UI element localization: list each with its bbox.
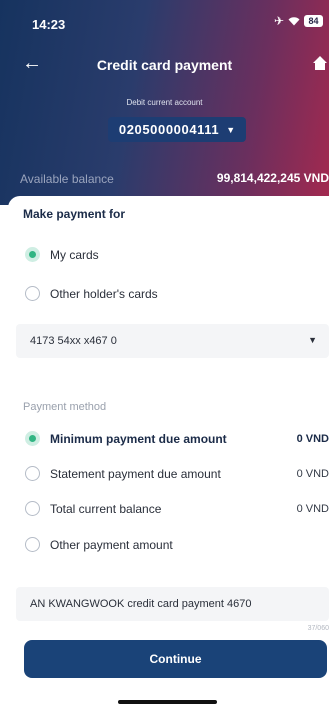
status-icons: ✈ 84: [274, 14, 323, 28]
radio-icon[interactable]: [25, 286, 40, 301]
radio-total-current-balance[interactable]: Total current balance: [25, 501, 161, 516]
radio-icon-selected[interactable]: [25, 247, 40, 262]
battery-icon: 84: [304, 15, 323, 27]
radio-other-holders-cards[interactable]: Other holder's cards: [25, 286, 158, 301]
amount-statement-payment: 0 VND: [296, 468, 329, 480]
radio-other-payment-amount[interactable]: Other payment amount: [25, 537, 173, 552]
account-label: Debit current account: [126, 98, 203, 107]
radio-icon-selected[interactable]: [25, 431, 40, 446]
amount-minimum-payment: 0 VND: [296, 433, 329, 445]
memo-char-count: 37/060: [307, 625, 329, 632]
status-time: 14:23: [32, 17, 66, 32]
airplane-icon: ✈: [273, 14, 284, 28]
radio-label: Minimum payment due amount: [50, 431, 227, 446]
radio-label: Other payment amount: [50, 537, 173, 552]
radio-icon[interactable]: [25, 501, 40, 516]
memo-input[interactable]: [16, 587, 329, 621]
card-number: 4173 54xx x467 0: [30, 335, 117, 347]
page-title: Credit card payment: [96, 57, 233, 73]
continue-button[interactable]: Continue: [24, 640, 327, 678]
home-icon[interactable]: [312, 55, 328, 71]
radio-label: Other holder's cards: [50, 286, 158, 301]
payment-form-sheet: Make payment for My cards Other holder's…: [8, 196, 329, 707]
status-bar: 14:23 ✈ 84: [0, 0, 329, 44]
radio-minimum-payment[interactable]: Minimum payment due amount: [25, 431, 227, 446]
radio-statement-payment[interactable]: Statement payment due amount: [25, 466, 221, 481]
header: 14:23 ✈ 84 ← Credit card payment Debit c…: [0, 0, 329, 205]
account-selector[interactable]: 0205000004111 ▼: [108, 117, 246, 142]
balance-label: Available balance: [20, 172, 114, 186]
radio-label: My cards: [50, 247, 99, 262]
payment-method-label: Payment method: [23, 401, 107, 413]
radio-icon[interactable]: [25, 537, 40, 552]
chevron-down-icon: ▼: [226, 124, 236, 135]
chevron-down-icon: ▼: [308, 335, 317, 345]
home-indicator: [118, 700, 217, 704]
radio-icon[interactable]: [25, 466, 40, 481]
balance-value: 99,814,422,245 VND: [216, 171, 329, 185]
radio-label: Total current balance: [50, 501, 162, 516]
card-select[interactable]: 4173 54xx x467 0 ▼: [16, 324, 329, 358]
section-title-make-payment-for: Make payment for: [23, 207, 126, 221]
amount-total-current-balance: 0 VND: [296, 503, 329, 515]
wifi-icon: [288, 17, 300, 26]
radio-my-cards[interactable]: My cards: [25, 247, 99, 262]
account-number: 0205000004111: [118, 122, 220, 137]
radio-label: Statement payment due amount: [50, 466, 221, 481]
